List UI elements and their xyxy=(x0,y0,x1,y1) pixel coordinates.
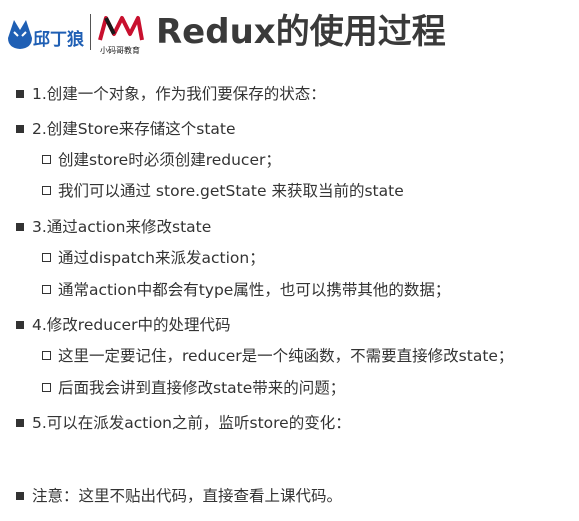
list-item: 4.修改reducer中的处理代码 xyxy=(16,315,230,335)
hollow-square-bullet-icon xyxy=(42,253,51,262)
list-item-text: 5.可以在派发action之前，监听store的变化： xyxy=(32,414,351,432)
list-item: 2.创建Store来存储这个state xyxy=(16,119,236,139)
sub-list-item-text: 通过dispatch来派发action； xyxy=(58,249,265,267)
square-bullet-icon xyxy=(16,320,24,329)
square-bullet-icon xyxy=(16,491,24,500)
sub-list-item-text: 我们可以通过 store.getState 来获取当前的state xyxy=(58,182,404,200)
list-item: 3.通过action来修改state xyxy=(16,217,211,237)
sub-list-item-text: 通常action中都会有type属性，也可以携带其他的数据； xyxy=(58,281,451,299)
sub-list-item: 这里一定要记住，reducer是一个纯函数，不需要直接修改state； xyxy=(42,346,513,366)
square-bullet-icon xyxy=(16,124,24,133)
list-item-text: 2.创建Store来存储这个state xyxy=(32,120,236,138)
sub-list-item-text: 创建store时必须创建reducer； xyxy=(58,151,281,169)
hollow-square-bullet-icon xyxy=(42,186,51,195)
hollow-square-bullet-icon xyxy=(42,285,51,294)
square-bullet-icon xyxy=(16,89,24,98)
hollow-square-bullet-icon xyxy=(42,155,51,164)
sub-list-item: 通常action中都会有type属性，也可以携带其他的数据； xyxy=(42,280,450,300)
list-item: 5.可以在派发action之前，监听store的变化： xyxy=(16,413,351,433)
sub-list-item-text: 这里一定要记住，reducer是一个纯函数，不需要直接修改state； xyxy=(58,347,514,365)
note-item: 注意：这里不贴出代码，直接查看上课代码。 xyxy=(16,486,342,506)
square-bullet-icon xyxy=(16,222,24,231)
bullet-list: 1.创建一个对象，作为我们要保存的状态： 2.创建Store来存储这个state… xyxy=(0,0,579,521)
square-bullet-icon xyxy=(16,418,24,427)
sub-list-item: 通过dispatch来派发action； xyxy=(42,248,265,268)
sub-list-item-text: 后面我会讲到直接修改state带来的问题； xyxy=(58,379,346,397)
sub-list-item: 创建store时必须创建reducer； xyxy=(42,150,281,170)
list-item-text: 4.修改reducer中的处理代码 xyxy=(32,316,231,334)
hollow-square-bullet-icon xyxy=(42,351,51,360)
list-item-text: 3.通过action来修改state xyxy=(32,218,212,236)
note-item-text: 注意：这里不贴出代码，直接查看上课代码。 xyxy=(32,487,343,505)
sub-list-item: 我们可以通过 store.getState 来获取当前的state xyxy=(42,181,404,201)
list-item: 1.创建一个对象，作为我们要保存的状态： xyxy=(16,84,326,104)
sub-list-item: 后面我会讲到直接修改state带来的问题； xyxy=(42,378,345,398)
hollow-square-bullet-icon xyxy=(42,383,51,392)
list-item-text: 1.创建一个对象，作为我们要保存的状态： xyxy=(32,85,326,103)
